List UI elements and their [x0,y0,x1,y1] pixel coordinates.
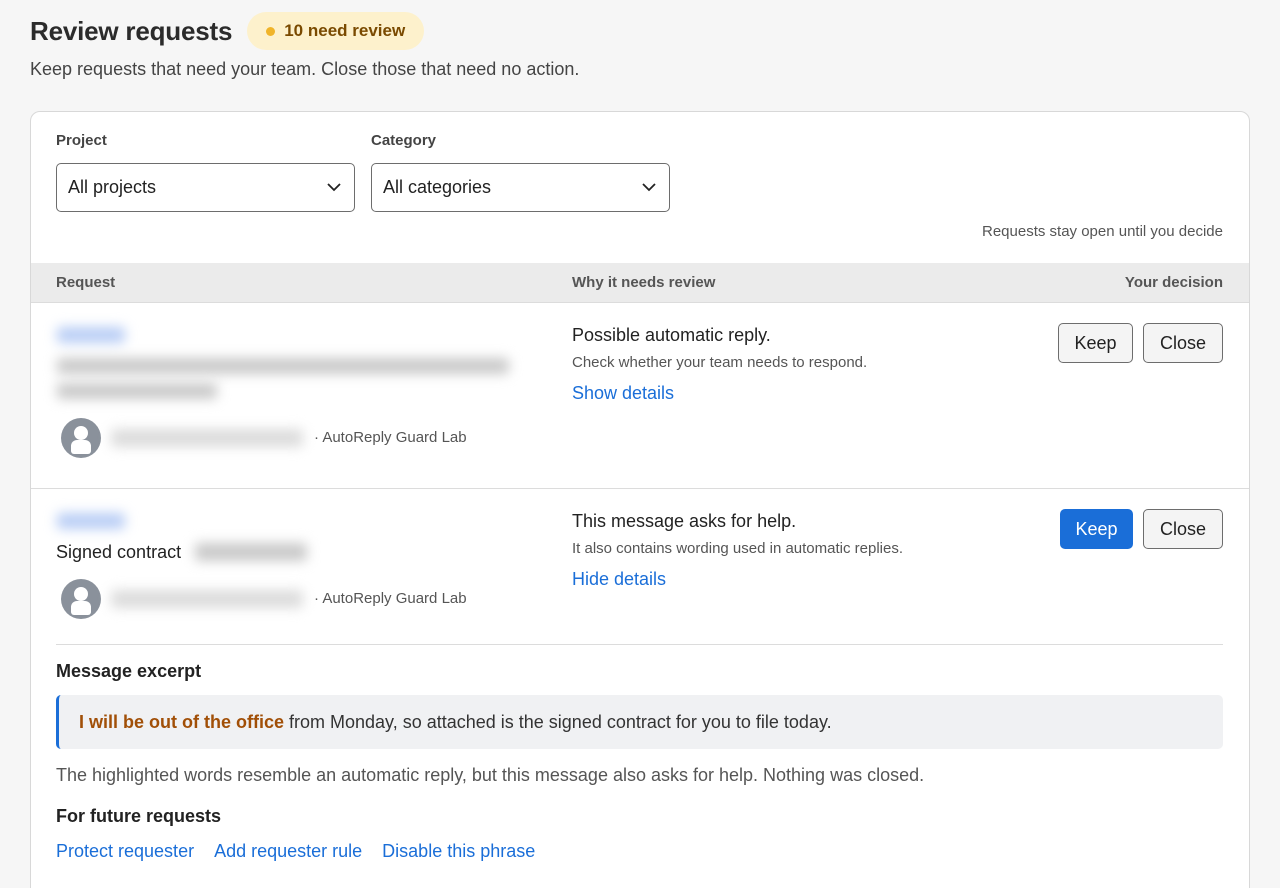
table-row: Signed contract · AutoReply Guard Lab Th… [31,489,1249,888]
show-details-link[interactable]: Show details [572,383,674,404]
close-button[interactable]: Close [1143,323,1223,363]
chevron-down-icon [641,180,657,196]
requester-email-redacted [111,429,303,447]
request-title-text: Signed contract [56,542,182,562]
project-select-value: All projects [68,177,157,197]
table-row: · AutoReply Guard Lab Possible automatic… [31,303,1249,489]
page-header: Review requests 10 need review [30,12,425,50]
reason-title: Possible automatic reply. [572,325,771,345]
reason-subtitle: Check whether your team needs to respond… [572,354,868,371]
future-requests-actions: Protect requester Add requester rule Dis… [56,841,535,862]
disable-phrase-link[interactable]: Disable this phrase [382,841,535,862]
requester-email-redacted [111,590,303,608]
keep-button[interactable]: Keep [1058,323,1133,363]
future-requests-heading: For future requests [56,806,222,826]
request-subject-redacted-line2 [57,383,217,399]
requests-panel: Project All projects Category All catego… [30,111,1250,888]
user-avatar-icon [61,579,101,619]
requester-org: · AutoReply Guard Lab [314,590,467,607]
keep-button[interactable]: Keep [1060,509,1133,549]
reason-title: This message asks for help. [572,511,797,531]
add-requester-rule-link[interactable]: Add requester rule [214,841,362,862]
column-header-request: Request [56,274,116,291]
excerpt-text: from Monday, so attached is the signed c… [284,711,832,732]
page-title: Review requests [30,15,233,46]
badge-label: 10 need review [284,21,406,40]
badge-dot-icon [266,26,276,36]
column-header-reason: Why it needs review [572,274,716,291]
chevron-down-icon [326,180,342,196]
request-title: Signed contract [56,542,181,563]
hide-details-link[interactable]: Hide details [572,569,666,590]
excerpt-highlight: I will be out of the office [79,711,284,732]
excerpt-heading: Message excerpt [56,661,202,681]
table-header: Request Why it needs review Your decisio… [31,263,1249,303]
request-id-redacted [57,327,125,343]
column-header-decision: Your decision [1124,274,1223,291]
message-excerpt: I will be out of the office from Monday,… [56,695,1223,749]
reason-subtitle: It also contains wording used in automat… [572,540,904,557]
category-select-value: All categories [383,177,492,197]
open-note: Requests stay open until you decide [982,223,1223,240]
category-filter-label: Category [371,132,437,149]
request-subject-redacted [57,358,509,374]
request-id-redacted [57,513,125,529]
review-count-badge: 10 need review [247,12,425,50]
page-subtitle: Keep requests that need your team. Close… [30,59,580,79]
explanation-text: The highlighted words resemble an automa… [56,765,925,785]
project-filter-label: Project [56,132,107,149]
requester-org: · AutoReply Guard Lab [314,429,467,446]
close-button[interactable]: Close [1143,509,1223,549]
project-select[interactable]: All projects [56,163,355,212]
user-avatar-icon [61,418,101,458]
category-filter: Category All categories [371,132,670,212]
project-filter: Project All projects [56,132,355,212]
request-title-redacted [195,543,307,561]
details-divider [56,644,1223,645]
category-select[interactable]: All categories [371,163,670,212]
protect-requester-link[interactable]: Protect requester [56,841,194,862]
